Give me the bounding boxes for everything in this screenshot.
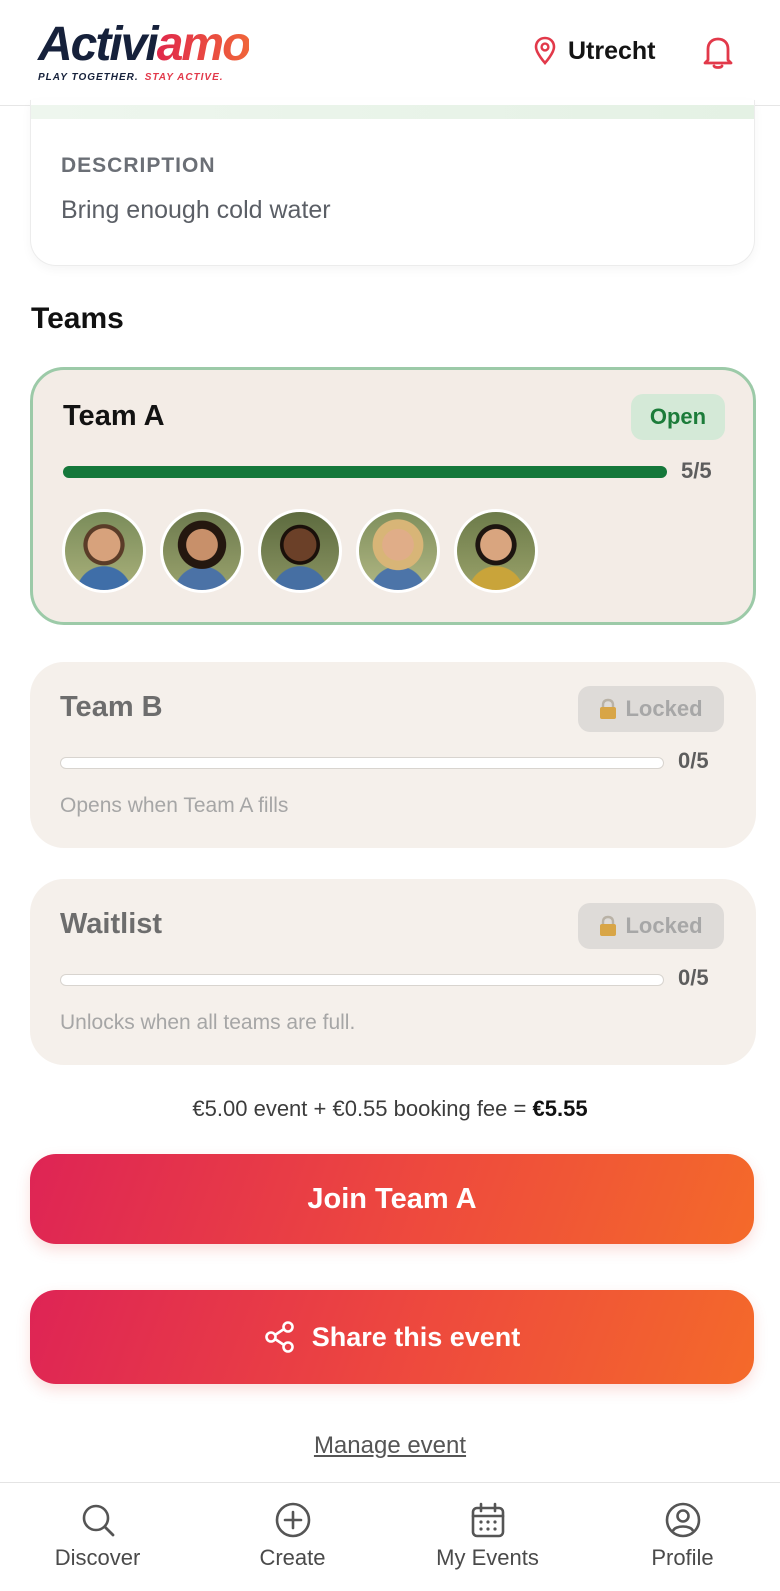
- logo-text-part2: amo: [156, 18, 252, 71]
- bell-icon: [703, 37, 733, 69]
- team-name: Waitlist: [60, 908, 163, 940]
- avatar[interactable]: [62, 509, 146, 593]
- logo[interactable]: Activiamo PLAY TOGETHER. STAY ACTIVE.: [38, 18, 252, 84]
- team-note: Opens when Team A fills: [60, 794, 289, 817]
- price-breakdown: €5.00 event + €0.55 booking fee =: [192, 1096, 527, 1121]
- plus-circle-icon: [275, 1502, 310, 1538]
- badge-label: Locked: [625, 696, 703, 721]
- nav-label: Create: [259, 1545, 326, 1570]
- tagline-part2: STAY ACTIVE.: [144, 72, 224, 83]
- nav-item-profile[interactable]: Profile: [585, 1483, 780, 1591]
- team-name: Team A: [63, 400, 165, 432]
- card-top-strip: [31, 105, 754, 119]
- nav-item-my-events[interactable]: My Events: [390, 1483, 585, 1591]
- user-circle-icon: [665, 1502, 700, 1538]
- team-card-waitlist: Waitlist Locked 0/5 Unlocks when all tea…: [30, 879, 756, 1065]
- avatar[interactable]: [454, 509, 538, 593]
- share-icon: [264, 1321, 294, 1353]
- join-team-button[interactable]: Join Team A: [30, 1154, 754, 1244]
- nav-item-create[interactable]: Create: [195, 1483, 390, 1591]
- lock-icon: [600, 915, 617, 936]
- search-icon: [82, 1504, 114, 1537]
- nav-label: Discover: [54, 1545, 141, 1570]
- tagline-part1: PLAY TOGETHER.: [38, 72, 139, 83]
- location-label: Utrecht: [568, 36, 656, 65]
- calendar-icon: [471, 1502, 504, 1538]
- join-team-label: Join Team A: [307, 1182, 477, 1215]
- team-count: 5/5: [681, 458, 712, 483]
- price-summary: €5.00 event + €0.55 booking fee = €5.55: [0, 1096, 780, 1122]
- member-avatars: [62, 509, 538, 593]
- progress-fill: [63, 466, 667, 478]
- team-count: 0/5: [678, 748, 709, 773]
- nav-label: Profile: [651, 1545, 714, 1570]
- app-header: Activiamo PLAY TOGETHER. STAY ACTIVE. Utr…: [0, 0, 780, 106]
- location-selector[interactable]: Utrecht: [534, 36, 656, 66]
- team-note: Unlocks when all teams are full.: [60, 1011, 356, 1034]
- status-badge-open: Open: [631, 394, 725, 440]
- map-pin-icon: [534, 36, 556, 65]
- team-name: Team B: [60, 691, 163, 723]
- avatar[interactable]: [356, 509, 440, 593]
- progress-bar: [63, 466, 667, 478]
- team-card-team-b: Team B Locked 0/5 Opens when Team A fill…: [30, 662, 756, 848]
- teams-section-title: Teams: [31, 302, 124, 335]
- price-total: €5.55: [532, 1096, 588, 1121]
- share-event-label: Share this event: [311, 1321, 521, 1352]
- description-card: DESCRIPTION Bring enough cold water: [30, 100, 755, 266]
- status-badge-locked: Locked: [578, 686, 724, 732]
- avatar[interactable]: [258, 509, 342, 593]
- avatar[interactable]: [160, 509, 244, 593]
- progress-bar: [60, 757, 664, 769]
- team-count: 0/5: [678, 965, 709, 990]
- team-card-team-a[interactable]: Team A Open 5/5: [30, 367, 756, 625]
- share-event-button[interactable]: Share this event: [30, 1290, 754, 1384]
- description-label: DESCRIPTION: [61, 154, 216, 177]
- badge-label: Locked: [625, 913, 703, 938]
- manage-event-link[interactable]: Manage event: [0, 1432, 780, 1460]
- bottom-nav: Discover Create My Events Profile: [0, 1482, 780, 1591]
- progress-bar: [60, 974, 664, 986]
- nav-label: My Events: [436, 1545, 539, 1570]
- nav-item-discover[interactable]: Discover: [0, 1483, 195, 1591]
- logo-text-part1: Activi: [38, 18, 159, 71]
- notifications-button[interactable]: [702, 34, 734, 75]
- lock-icon: [600, 698, 617, 719]
- status-badge-locked: Locked: [578, 903, 724, 949]
- description-text: Bring enough cold water: [61, 196, 331, 224]
